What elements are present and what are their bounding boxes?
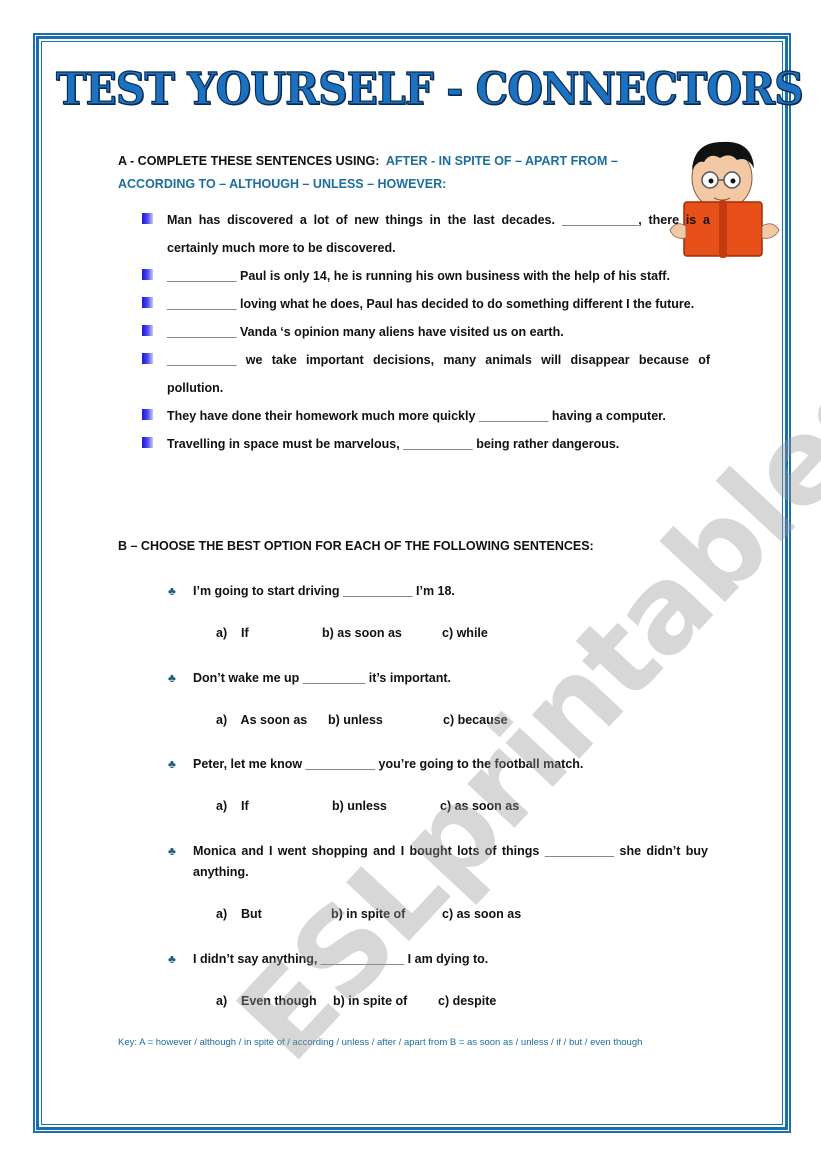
sentence-text: __________ we take important decisions, … (167, 353, 710, 395)
option-c: c) despite (438, 994, 497, 1008)
section-a-sentence-list: Man has discovered a lot of new things i… (140, 206, 710, 458)
sentence-text: __________ Paul is only 14, he is runnin… (167, 269, 670, 283)
square-bullet-icon (142, 437, 153, 448)
square-bullet-icon (142, 269, 153, 280)
question-1: ♣ I’m going to start driving __________ I… (168, 581, 708, 602)
square-bullet-icon (142, 353, 153, 364)
option-a: a) But (216, 907, 262, 921)
sentence-text: Man has discovered a lot of new things i… (167, 213, 710, 255)
club-bullet-icon: ♣ (168, 671, 176, 685)
option-b: b) as soon as (322, 626, 402, 640)
option-c: c) as soon as (440, 799, 520, 813)
section-a-instructions: A - COMPLETE THESE SENTENCES USING: AFTE… (118, 150, 638, 196)
square-bullet-icon (142, 409, 153, 420)
question-text: I didn’t say anything, ____________ I am… (193, 952, 489, 966)
question-4: ♣ Monica and I went shopping and I bought… (168, 841, 708, 883)
square-bullet-icon (142, 213, 153, 224)
club-bullet-icon: ♣ (168, 844, 176, 858)
option-a: a) If (216, 626, 249, 640)
question-text: I’m going to start driving __________ I’… (193, 584, 455, 598)
answer-key: Key: A = however / although / in spite o… (118, 1037, 643, 1048)
list-item: Man has discovered a lot of new things i… (140, 206, 710, 262)
square-bullet-icon (142, 325, 153, 336)
club-bullet-icon: ♣ (168, 952, 176, 966)
list-item: __________ Vanda ‘s opinion many aliens … (140, 318, 710, 346)
question-3: ♣ Peter, let me know __________ you’re go… (168, 754, 708, 775)
square-bullet-icon (142, 297, 153, 308)
option-b: b) in spite of (331, 907, 406, 921)
sentence-text: They have done their homework much more … (167, 409, 666, 423)
section-a-heading: A - COMPLETE THESE SENTENCES USING: (118, 154, 380, 168)
list-item: __________ we take important decisions, … (140, 346, 710, 402)
sentence-text: Travelling in space must be marvelous, _… (167, 437, 620, 451)
option-c: c) as soon as (442, 907, 522, 921)
option-a: a) If (216, 799, 249, 813)
question-text: Peter, let me know __________ you’re goi… (193, 757, 584, 771)
option-c: c) because (443, 713, 508, 727)
option-a: a) As soon as (216, 713, 308, 727)
option-c: c) while (442, 626, 488, 640)
option-b: b) unless (328, 713, 383, 727)
option-b: b) unless (332, 799, 387, 813)
list-item: They have done their homework much more … (140, 402, 710, 430)
section-b-heading: B – CHOOSE THE BEST OPTION FOR EACH OF T… (118, 539, 594, 553)
sentence-text: __________ Vanda ‘s opinion many aliens … (167, 325, 564, 339)
list-item: __________ Paul is only 14, he is runnin… (140, 262, 710, 290)
question-text: Don’t wake me up _________ it’s importan… (193, 671, 451, 685)
sentence-text: __________ loving what he does, Paul has… (167, 297, 695, 311)
option-b: b) in spite of (333, 994, 408, 1008)
club-bullet-icon: ♣ (168, 584, 176, 598)
question-5: ♣ I didn’t say anything, ____________ I a… (168, 949, 708, 970)
list-item: Travelling in space must be marvelous, _… (140, 430, 710, 458)
question-text: Monica and I went shopping and I bought … (193, 844, 708, 879)
question-2: ♣ Don’t wake me up _________ it’s importa… (168, 668, 708, 689)
list-item: __________ loving what he does, Paul has… (140, 290, 710, 318)
club-bullet-icon: ♣ (168, 757, 176, 771)
worksheet-title: TEST YOURSELF - CONNECTORS (55, 64, 804, 115)
option-a: a) Even though (216, 994, 317, 1008)
